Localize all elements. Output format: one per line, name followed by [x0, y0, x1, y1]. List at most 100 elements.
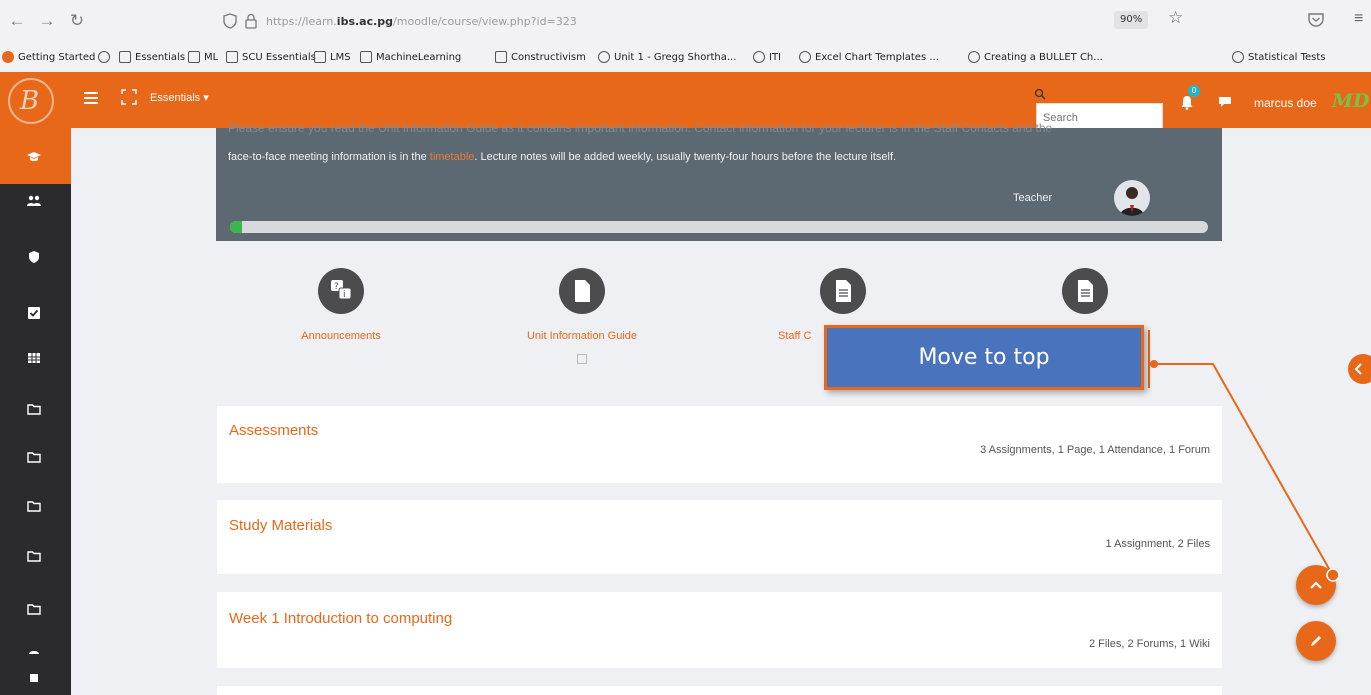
- folder-icon: [188, 51, 200, 63]
- sidebar: [0, 128, 71, 695]
- table-icon: [28, 353, 40, 363]
- sidebar-item-section[interactable]: [0, 528, 71, 584]
- file-icon: [1062, 268, 1108, 314]
- bell-icon[interactable]: [1180, 94, 1194, 110]
- reload-icon[interactable]: ↻: [66, 10, 88, 32]
- course-banner: Please ensure you read the Unit Informat…: [216, 121, 1222, 241]
- bookmark-folder[interactable]: LMS: [314, 51, 351, 63]
- zoom-level[interactable]: 90%: [1114, 11, 1149, 29]
- back-icon[interactable]: ←: [6, 10, 28, 32]
- fullscreen-icon[interactable]: [121, 89, 137, 105]
- progress-fill: [230, 221, 242, 233]
- browser-menu-icon[interactable]: ≡: [1354, 10, 1363, 28]
- avatar[interactable]: MD: [1332, 90, 1370, 112]
- folder-icon: [360, 51, 372, 63]
- course-section[interactable]: Study Materials 1 Assignment, 2 Files: [217, 500, 1222, 574]
- section-title[interactable]: Assessments: [229, 422, 318, 439]
- banner-info-text: face-to-face meeting information is in t…: [228, 151, 897, 163]
- folder-icon: [27, 404, 41, 415]
- resource-announcements[interactable]: ? i Announcements: [241, 268, 441, 342]
- bookmark-item[interactable]: Excel Chart Templates ...: [799, 51, 939, 63]
- checkbox-icon: [28, 307, 40, 319]
- bookmark-item[interactable]: ITI: [753, 51, 781, 63]
- site-logo[interactable]: B: [8, 78, 54, 124]
- sidebar-item-grades[interactable]: [0, 330, 71, 386]
- move-to-top-button[interactable]: [1296, 565, 1336, 605]
- globe-icon: [598, 51, 610, 63]
- hamburger-menu-icon[interactable]: [84, 92, 98, 104]
- url-text: https://learn.ibs.ac.pg/moodle/course/vi…: [266, 15, 577, 28]
- pocket-icon[interactable]: [1306, 10, 1326, 30]
- bookmark-folder[interactable]: Constructivism: [495, 51, 586, 63]
- edit-button[interactable]: [1296, 621, 1336, 661]
- sidebar-item-badges[interactable]: [0, 229, 71, 285]
- globe-icon: [98, 51, 110, 63]
- sidebar-item-section[interactable]: [0, 429, 71, 485]
- shield-icon: [223, 13, 237, 29]
- firefox-icon: [2, 51, 14, 63]
- bookmark-folder[interactable]: ML: [188, 51, 218, 63]
- user-name[interactable]: marcus doe: [1254, 96, 1317, 110]
- section-title[interactable]: Week 1 Introduction to computing: [229, 610, 452, 627]
- folder-icon: [314, 51, 326, 63]
- course-section[interactable]: [217, 686, 1222, 695]
- bookmark-item[interactable]: Unit 1 - Gregg Shortha...: [598, 51, 736, 63]
- resource-unit-info-guide[interactable]: Unit Information Guide: [482, 268, 682, 364]
- resource-label: Unit Information Guide: [526, 330, 638, 342]
- users-icon: [27, 195, 41, 206]
- course-menu[interactable]: Essentials ▾: [150, 91, 209, 104]
- resource-label: Announcements: [301, 330, 381, 342]
- bookmarks-bar: Getting Started Essentials ML SCU Essent…: [0, 44, 1371, 72]
- square-icon: [30, 674, 38, 682]
- folder-icon: [27, 452, 41, 463]
- course-section[interactable]: Week 1 Introduction to computing 2 Files…: [217, 592, 1222, 668]
- bookmark-item[interactable]: Creating a BULLET Ch...: [968, 51, 1103, 63]
- folder-icon: [226, 51, 238, 63]
- svg-text:?: ?: [334, 282, 339, 292]
- site-header: B Essentials ▾ 0 marcus doe MD: [0, 72, 1371, 132]
- resource-document[interactable]: [985, 268, 1185, 330]
- screen: ← → ↻ https://learn.ibs.ac.pg/moodle/cou…: [0, 0, 1371, 695]
- bookmark-item[interactable]: Statistical Tests: [1232, 51, 1326, 63]
- folder-icon: [119, 51, 131, 63]
- svg-text:i: i: [343, 290, 346, 300]
- teacher-avatar[interactable]: [1114, 180, 1150, 216]
- shield-icon: [29, 251, 39, 263]
- globe-icon: [753, 51, 765, 63]
- timetable-link[interactable]: timetable: [430, 151, 475, 163]
- folder-icon: [495, 51, 507, 63]
- forward-icon[interactable]: →: [36, 10, 58, 32]
- address-bar[interactable]: https://learn.ibs.ac.pg/moodle/course/vi…: [218, 7, 1198, 37]
- sidebar-item-participants[interactable]: [0, 173, 71, 229]
- bookmark-folder[interactable]: Essentials: [119, 51, 185, 63]
- globe-icon: [799, 51, 811, 63]
- section-summary: 3 Assignments, 1 Page, 1 Attendance, 1 F…: [980, 444, 1210, 456]
- sidebar-item-section[interactable]: [0, 650, 71, 695]
- section-title[interactable]: Study Materials: [229, 517, 332, 534]
- bookmark-item[interactable]: Getting Started: [2, 51, 95, 63]
- section-summary: 1 Assignment, 2 Files: [1105, 538, 1210, 550]
- browser-toolbar: ← → ↻ https://learn.ibs.ac.pg/moodle/cou…: [0, 0, 1371, 44]
- folder-icon: [27, 604, 41, 615]
- chevron-up-icon: [1310, 581, 1322, 589]
- forum-icon: ? i: [318, 268, 364, 314]
- teacher-label: Teacher: [1013, 192, 1053, 204]
- bookmark-star-icon[interactable]: ☆: [1168, 8, 1183, 28]
- file-icon: [559, 268, 605, 314]
- lock-icon: [245, 13, 257, 29]
- banner-intro-text: Please ensure you read the Unit Informat…: [228, 121, 1053, 135]
- bookmark-item[interactable]: [98, 51, 110, 63]
- course-progress-bar: [230, 221, 1208, 233]
- section-summary: 2 Files, 2 Forums, 1 Wiki: [1088, 638, 1210, 650]
- completion-checkbox[interactable]: [577, 354, 587, 364]
- globe-icon: [968, 51, 980, 63]
- bookmark-folder[interactable]: MachineLearning: [360, 51, 461, 63]
- file-icon: [820, 268, 866, 314]
- bookmark-folder[interactable]: SCU Essentials: [226, 51, 316, 63]
- chat-icon[interactable]: [1218, 96, 1232, 108]
- search-icon[interactable]: [1034, 88, 1046, 100]
- sidebar-item-section[interactable]: [0, 478, 71, 534]
- block-drawer-toggle[interactable]: [1348, 354, 1371, 384]
- course-section[interactable]: Assessments 3 Assignments, 1 Page, 1 Att…: [217, 406, 1222, 483]
- folder-icon: [27, 501, 41, 512]
